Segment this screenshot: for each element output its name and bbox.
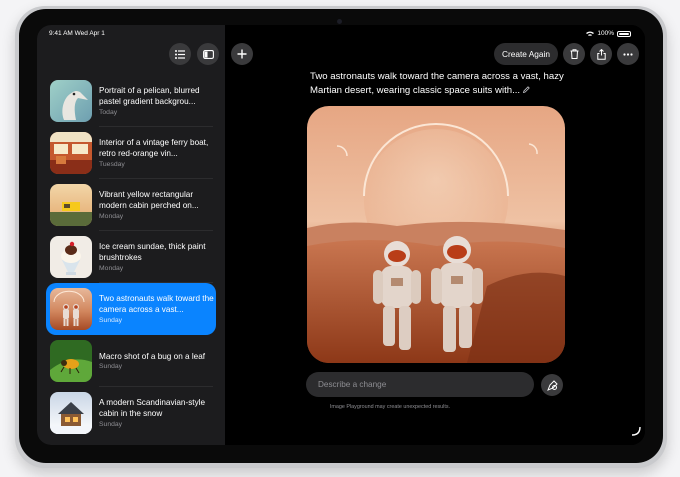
status-right: 100% (586, 30, 631, 37)
pencil-icon[interactable] (523, 84, 530, 98)
item-title: Vibrant yellow rectangular modern cabin … (99, 190, 199, 210)
item-title: Two astronauts walk toward the camera ac… (99, 294, 214, 314)
disclaimer-text: Image Playground may create unexpected r… (329, 404, 451, 410)
item-title: Portrait of a pelican, blurred pastel gr… (99, 86, 200, 106)
list-icon (175, 49, 185, 59)
item-date: Tuesday (99, 160, 125, 168)
list-item[interactable]: Vibrant yellow rectangular modern cabin … (37, 179, 225, 231)
main-panel: Create Again Two astronauts walk toward … (225, 25, 645, 445)
sidebar: Portrait of a pelican, blurred pastel gr… (37, 25, 225, 445)
generated-image[interactable] (307, 106, 565, 363)
wifi-icon (586, 31, 595, 36)
toggle-sidebar-button[interactable] (197, 43, 219, 65)
add-button[interactable] (231, 43, 253, 65)
item-text: Vibrant yellow rectangular modern cabin … (99, 190, 215, 219)
thumbnail-bug (50, 340, 92, 382)
item-title: Macro shot of a bug on a leaf (99, 351, 206, 361)
item-title: Ice cream sundae, thick paint brushtroke… (99, 242, 206, 262)
list-item[interactable]: A modern Scandinavian-style cabin in the… (37, 387, 225, 439)
create-again-button[interactable]: Create Again (494, 43, 558, 65)
history-list: Portrait of a pelican, blurred pastel gr… (37, 75, 225, 439)
edit-change-button[interactable] (541, 374, 563, 396)
item-text: Portrait of a pelican, blurred pastel gr… (99, 86, 215, 115)
share-button[interactable] (590, 43, 612, 65)
item-date: Sunday (99, 363, 123, 371)
item-text: Two astronauts walk toward the camera ac… (99, 294, 215, 323)
corner-indicator (631, 423, 641, 441)
list-item[interactable]: Macro shot of a bug on a leaf Sunday (37, 335, 225, 387)
more-button[interactable] (617, 43, 639, 65)
thumbnail-snow-cabin (50, 392, 92, 434)
delete-button[interactable] (563, 43, 585, 65)
plus-icon (237, 49, 247, 59)
sidebar-toolbar (169, 43, 219, 65)
battery-percent: 100% (597, 30, 614, 37)
status-bar: 9:41 AM Wed Apr 1 100% (37, 29, 645, 41)
list-view-button[interactable] (169, 43, 191, 65)
thumbnail-yellow-cabin (50, 184, 92, 226)
item-text: Macro shot of a bug on a leaf Sunday (99, 352, 215, 371)
item-text: A modern Scandinavian-style cabin in the… (99, 398, 215, 427)
item-text: Interior of a vintage ferry boat, retro … (99, 138, 215, 167)
battery-icon (617, 30, 631, 37)
thumbnail-pelican (50, 80, 92, 122)
sidebar-icon (202, 49, 214, 59)
thumbnail-ferry (50, 132, 92, 174)
item-date: Monday (99, 212, 124, 220)
prompt-text: Two astronauts walk toward the camera ac… (310, 70, 570, 98)
list-item[interactable]: Portrait of a pelican, blurred pastel gr… (37, 75, 225, 127)
ellipsis-icon (623, 52, 633, 56)
list-item[interactable]: Ice cream sundae, thick paint brushtroke… (37, 231, 225, 283)
describe-change-input[interactable]: Describe a change (306, 372, 534, 397)
screen: 9:41 AM Wed Apr 1 100% Portrait of a pel… (37, 25, 645, 445)
share-icon (596, 48, 606, 60)
thumbnail-sundae (50, 236, 92, 278)
item-date: Sunday (99, 420, 123, 428)
list-item-selected[interactable]: Two astronauts walk toward the camera ac… (46, 283, 216, 335)
item-date: Monday (99, 264, 124, 272)
item-date: Today (99, 108, 118, 116)
edit-change-icon (546, 379, 558, 391)
list-item[interactable]: Interior of a vintage ferry boat, retro … (37, 127, 225, 179)
top-actions: Create Again (494, 43, 639, 65)
status-time: 9:41 AM Wed Apr 1 (49, 30, 105, 37)
thumbnail-astronauts (50, 288, 92, 330)
trash-icon (570, 49, 578, 59)
item-date: Sunday (99, 316, 123, 324)
front-camera (337, 19, 342, 24)
item-title: A modern Scandinavian-style cabin in the… (99, 398, 206, 418)
item-title: Interior of a vintage ferry boat, retro … (99, 138, 209, 158)
item-text: Ice cream sundae, thick paint brushtroke… (99, 242, 215, 271)
